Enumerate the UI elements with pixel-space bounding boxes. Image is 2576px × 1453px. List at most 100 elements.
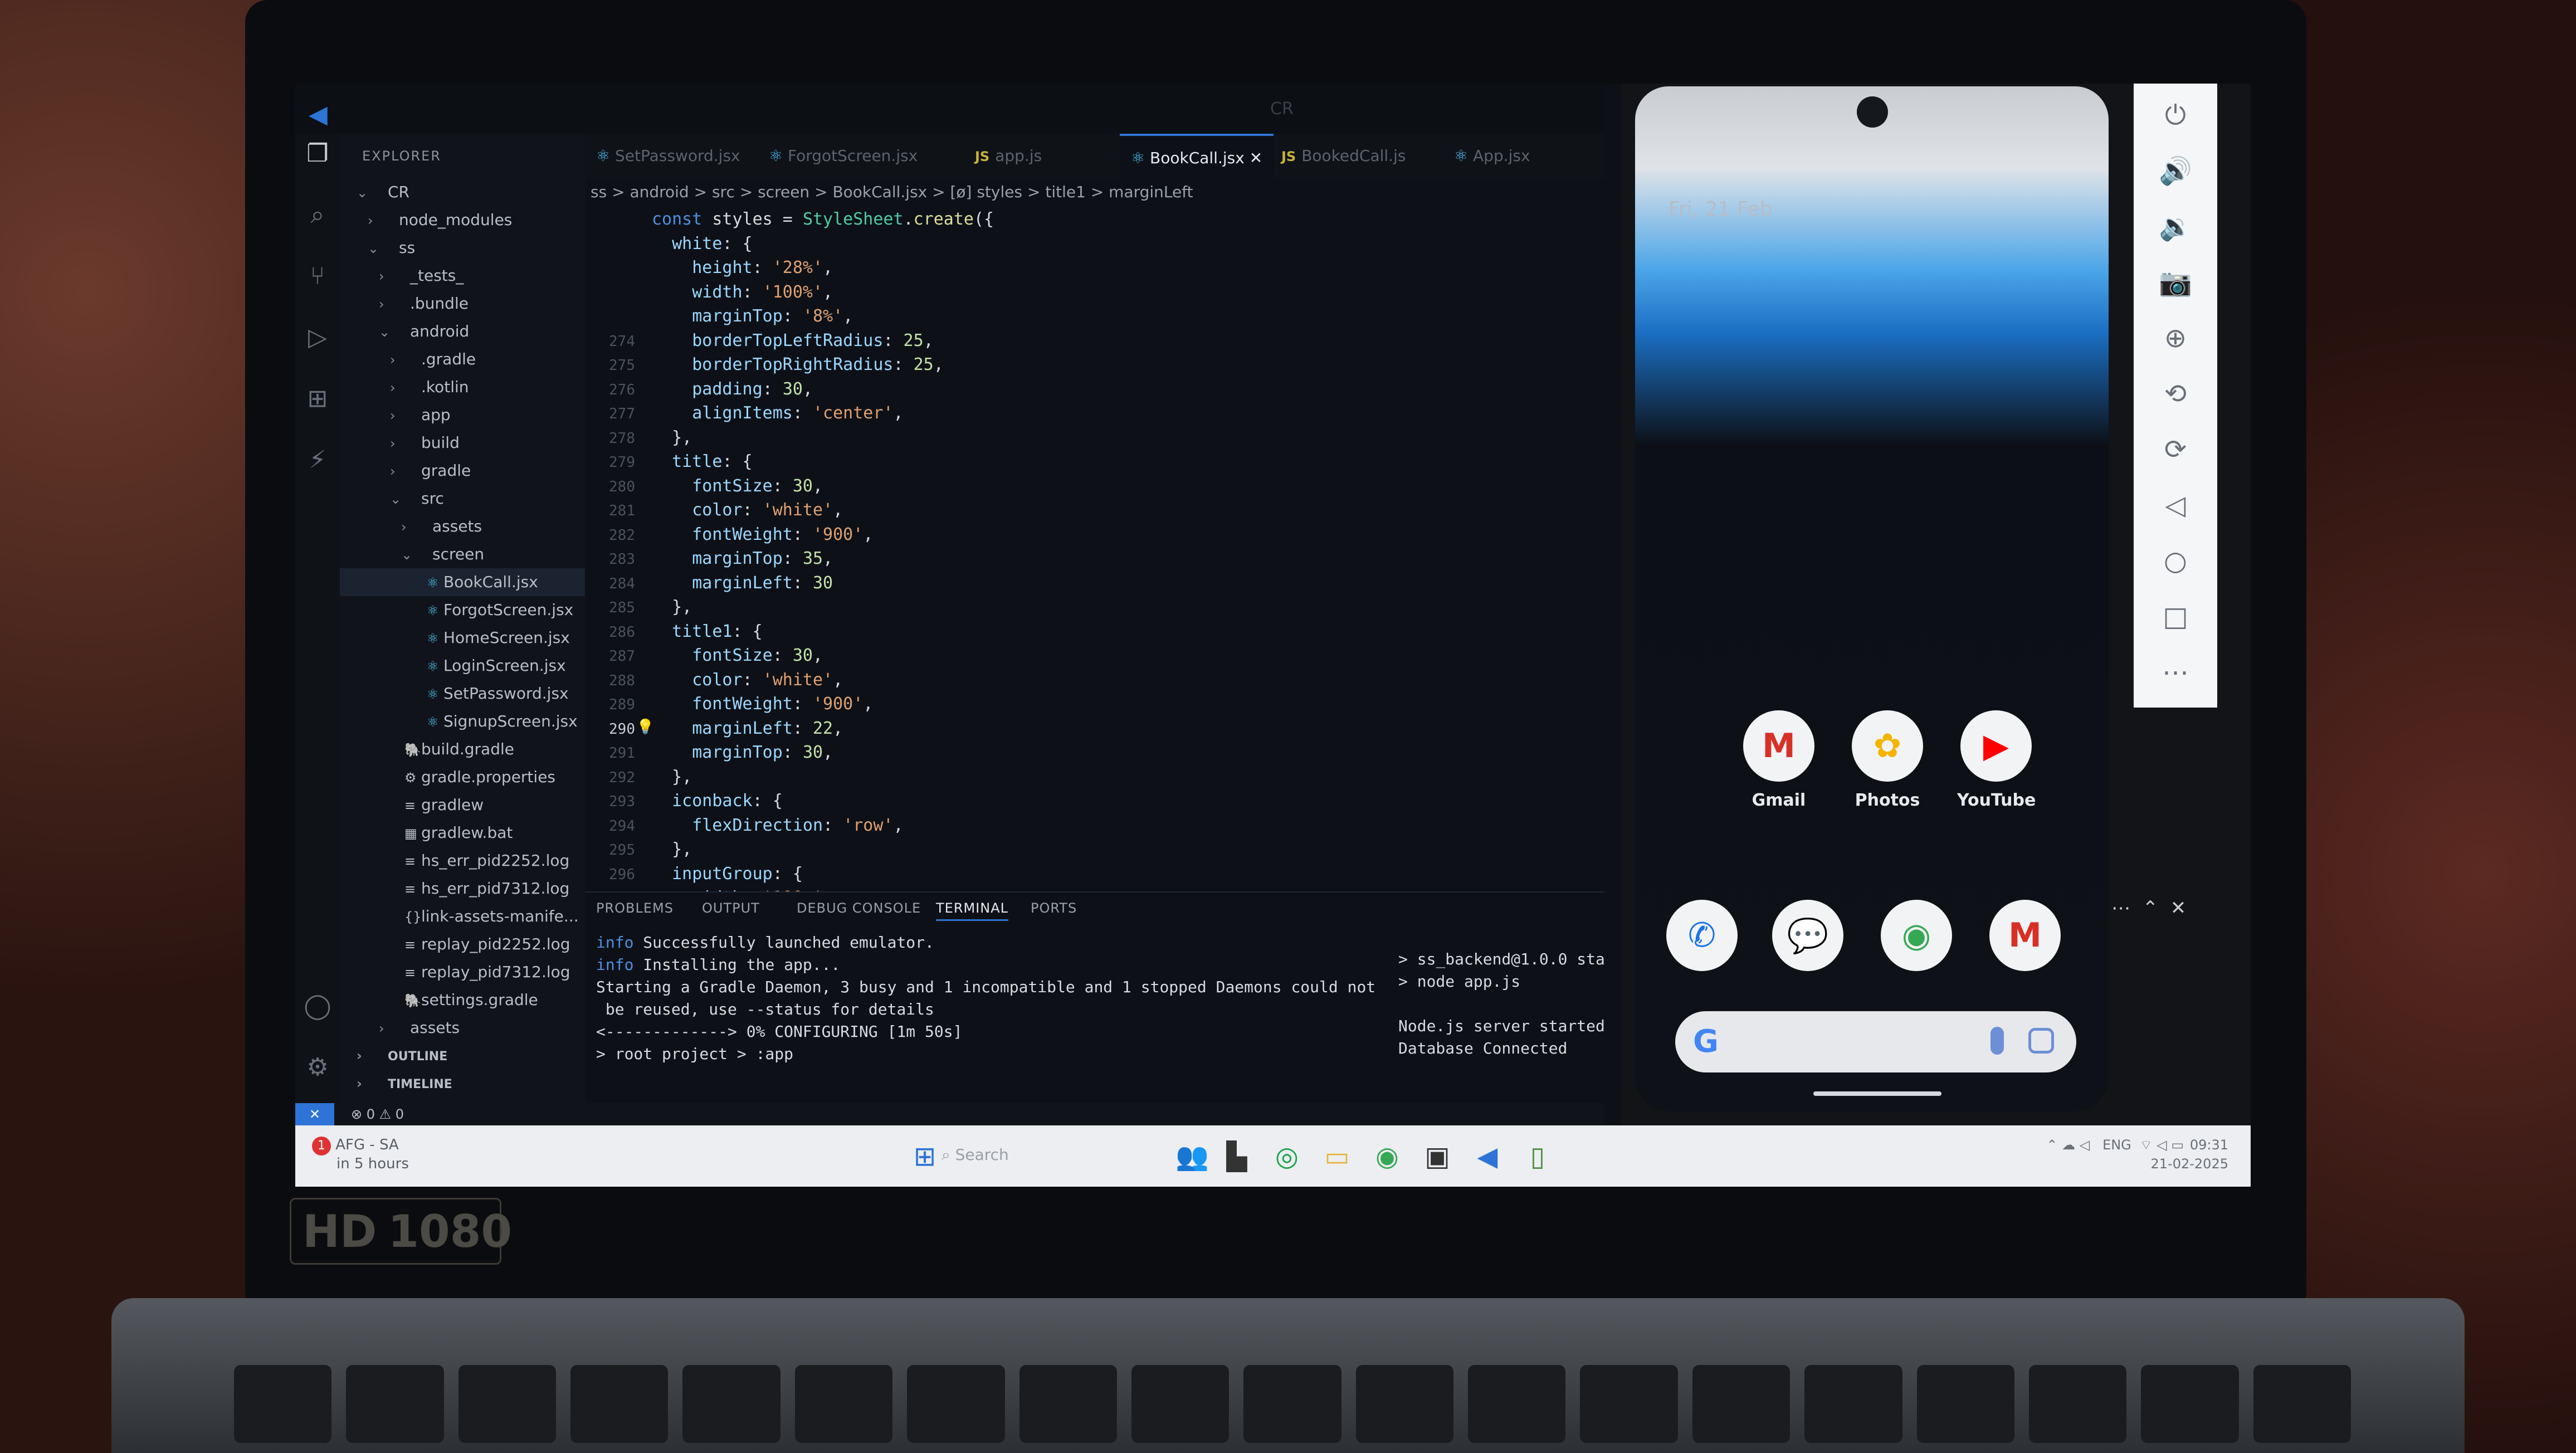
mic-icon[interactable] [1990, 1027, 2004, 1055]
code-line[interactable]: }, [652, 597, 692, 617]
task-view-icon[interactable]: ▙ [1220, 1140, 1253, 1173]
code-line[interactable]: marginLeft: 30 [652, 573, 833, 593]
copilot-icon[interactable]: 👥 [1175, 1140, 1209, 1173]
more-icon[interactable]: ⋯ [2155, 652, 2196, 693]
breadcrumb[interactable]: ss > android > src > screen > BookCall.j… [591, 183, 1193, 201]
tree-item[interactable]: ⚛ HomeScreen.jsx [340, 624, 585, 652]
code-editor[interactable]: const styles = StyleSheet.create({ white… [585, 206, 1604, 908]
tree-item[interactable]: › node_modules [340, 206, 585, 234]
code-line[interactable]: white: { [652, 234, 753, 253]
app-photos[interactable]: ✿ Photos [1848, 710, 1926, 810]
tree-item[interactable]: ⚛ SignupScreen.jsx [340, 708, 585, 735]
code-line[interactable]: }, [652, 428, 692, 447]
tree-item[interactable]: › assets [340, 1014, 585, 1042]
code-line[interactable]: title: { [652, 452, 753, 471]
editor-tab[interactable]: JS BookedCall.js [1281, 134, 1406, 178]
tree-item[interactable]: ≡ replay_pid2252.log [340, 930, 585, 958]
tree-item[interactable]: › _tests_ [340, 262, 585, 290]
source-control-icon[interactable]: ⑂ [303, 262, 332, 291]
tree-item[interactable]: › assets [340, 513, 585, 540]
extensions-icon[interactable]: ⊞ [303, 384, 332, 413]
lightning-icon[interactable]: ⚡ [303, 446, 332, 475]
tree-item[interactable]: › app [340, 401, 585, 429]
app-gmail[interactable]: M Gmail [1740, 710, 1818, 810]
tree-item[interactable]: ⌄ src [340, 485, 585, 513]
rotate-right-icon[interactable]: ⟳ [2155, 429, 2196, 470]
file-explorer-icon[interactable]: ▭ [1320, 1140, 1354, 1173]
account-icon[interactable]: ◯ [303, 992, 332, 1021]
code-line[interactable]: color: 'white', [652, 500, 843, 520]
tree-item[interactable]: ⚙ gradle.properties [340, 763, 585, 791]
emulator-window-controls[interactable]: ⋯ ⌃ ✕ [2111, 897, 2186, 919]
code-line[interactable]: alignItems: 'center', [652, 403, 903, 423]
terminal-output[interactable]: info Successfully launched emulator. info… [596, 932, 1375, 1065]
code-line[interactable]: fontWeight: '900', [652, 694, 873, 714]
code-line[interactable]: width: '100%', [652, 282, 833, 302]
editor-tab[interactable]: ⚛ App.jsx [1454, 134, 1530, 178]
code-line[interactable]: padding: 30, [652, 379, 813, 399]
back-icon[interactable]: ◁ [2155, 485, 2196, 526]
editor-tab[interactable]: ⚛ ForgotScreen.jsx [769, 134, 918, 178]
panel-tab[interactable]: TERMINAL [936, 900, 1009, 921]
volume-down-icon[interactable]: 🔉 [2155, 206, 2196, 247]
taskbar-search[interactable]: ⌕ Search [941, 1145, 1009, 1164]
tree-item[interactable]: ⚛ BookCall.jsx [340, 568, 585, 596]
chrome-icon[interactable]: ◉ [1370, 1140, 1404, 1173]
tree-item[interactable]: ⚛ SetPassword.jsx [340, 680, 585, 708]
code-line[interactable]: }, [652, 840, 692, 859]
code-line[interactable]: height: '28%', [652, 258, 833, 277]
volume-up-icon[interactable]: 🔊 [2155, 150, 2196, 192]
panel-tab[interactable]: OUTPUT [702, 900, 760, 916]
remote-indicator-icon[interactable]: ✕ [295, 1103, 334, 1125]
dock-gmail[interactable]: M [1986, 900, 2064, 971]
tree-item[interactable]: ≡ hs_err_pid7312.log [340, 875, 585, 903]
panel-tab[interactable]: PROBLEMS [596, 900, 674, 916]
explorer-icon[interactable]: ❐ [303, 139, 332, 168]
camera-icon[interactable]: 📷 [2155, 262, 2196, 303]
code-line[interactable]: fontSize: 30, [652, 476, 823, 496]
tree-item[interactable]: ⌄ CR [340, 178, 585, 206]
tree-item[interactable]: ≡ gradlew [340, 791, 585, 819]
code-line[interactable]: marginTop: 30, [652, 743, 833, 762]
run-debug-icon[interactable]: ▷ [303, 323, 332, 352]
tree-item[interactable]: ⌄ screen [340, 540, 585, 568]
tree-item[interactable]: {}link-assets-manife... [340, 903, 585, 930]
vscode-taskbar-icon[interactable]: ◀ [1471, 1140, 1504, 1173]
terminal-icon[interactable]: ▣ [1421, 1140, 1454, 1173]
code-line[interactable]: fontWeight: '900', [652, 525, 873, 544]
lens-icon[interactable] [2028, 1028, 2054, 1054]
rotate-left-icon[interactable]: ⟲ [2155, 373, 2196, 415]
tree-item[interactable]: 🐘build.gradle [340, 735, 585, 763]
tree-item[interactable]: › TIMELINE [340, 1070, 585, 1098]
dock-chrome[interactable]: ◉ [1877, 900, 1955, 971]
problems-count[interactable]: ⊗ 0 ⚠ 0 [351, 1106, 404, 1122]
tree-item[interactable]: › .gradle [340, 345, 585, 373]
terminal-split-output[interactable]: > ss_backend@1.0.0 sta > node app.js Node… [1398, 948, 1605, 1060]
search-icon[interactable]: ⌕ [303, 201, 332, 230]
app-youtube[interactable]: ▶ YouTube [1957, 710, 2036, 810]
gesture-bar[interactable] [1813, 1091, 1941, 1096]
code-line[interactable]: marginTop: '8%', [652, 306, 853, 326]
editor-tab[interactable]: JS app.js [975, 134, 1042, 178]
tree-item[interactable]: ≡ replay_pid7312.log [340, 958, 585, 986]
tree-item[interactable]: ⚛ ForgotScreen.jsx [340, 596, 585, 624]
editor-tab[interactable]: ⚛ SetPassword.jsx [596, 134, 740, 178]
tree-item[interactable]: ▦ gradlew.bat [340, 819, 585, 847]
start-icon[interactable]: ⊞ [908, 1140, 941, 1173]
android-studio-icon[interactable]: ▯ [1521, 1140, 1554, 1173]
tree-item[interactable]: › .bundle [340, 290, 585, 318]
tree-item[interactable]: › .kotlin [340, 373, 585, 401]
tree-item[interactable]: › build [340, 429, 585, 457]
phone-screen[interactable]: Fri, 21 Feb M Gmail ✿ Photos ▶ YouTube ✆ 💬 ◉ M G [1635, 86, 2109, 1111]
home-icon[interactable]: ○ [2155, 540, 2196, 582]
tree-item[interactable]: 🐘settings.gradle [340, 986, 585, 1014]
google-search-bar[interactable]: G [1675, 1011, 2076, 1072]
clock[interactable]: 09:31 21-02-2025 [2151, 1135, 2228, 1173]
code-line[interactable]: marginLeft: 22, [652, 719, 843, 738]
tree-item[interactable]: › gradle [340, 457, 585, 485]
code-line[interactable]: fontSize: 30, [652, 646, 823, 665]
code-line[interactable]: const styles = StyleSheet.create({ [652, 209, 994, 229]
code-line[interactable]: iconback: { [652, 791, 783, 811]
power-icon[interactable]: ⏻ [2155, 95, 2196, 136]
weather-widget[interactable]: 1 AFG - SA in 5 hours [312, 1137, 409, 1172]
